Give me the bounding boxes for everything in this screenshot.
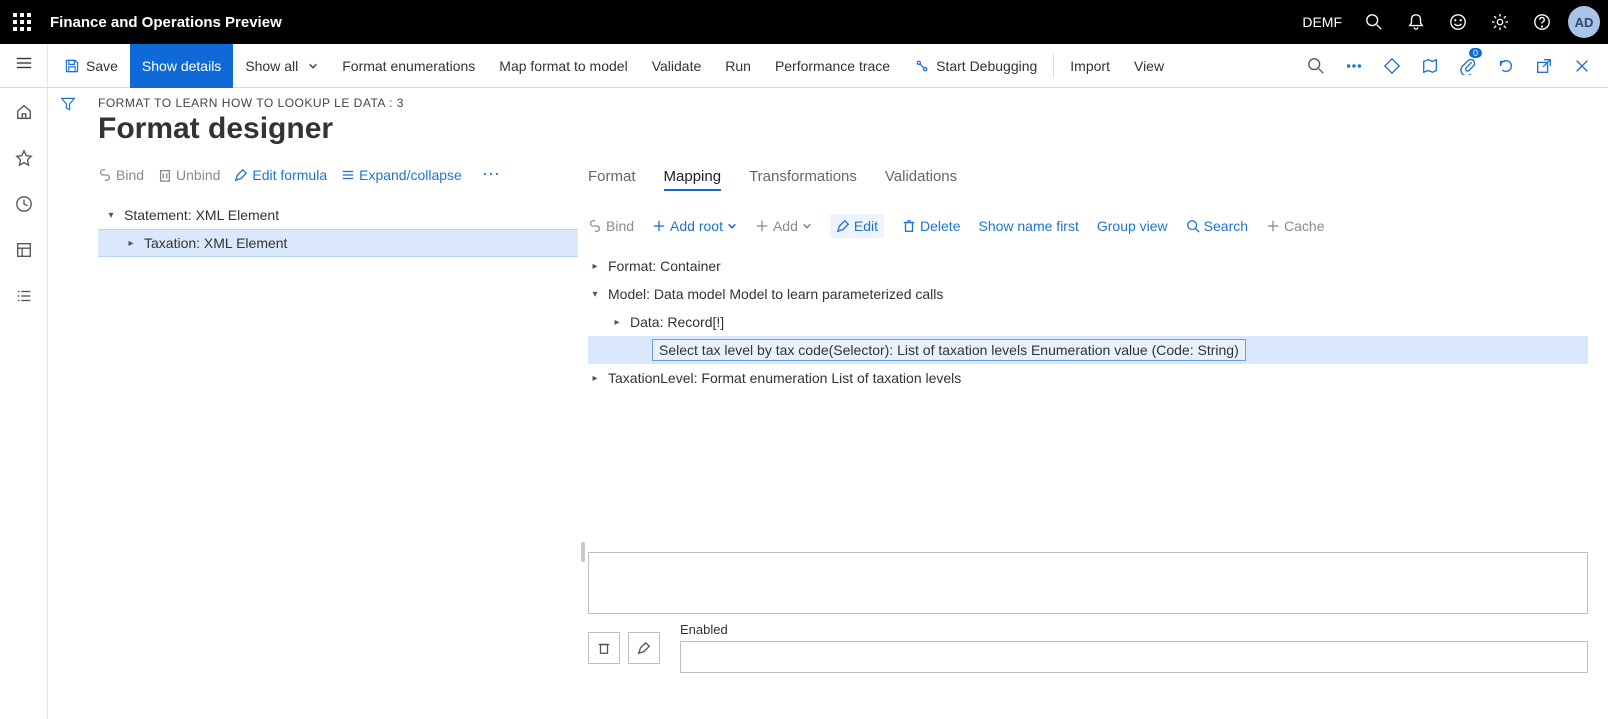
expand-collapse-button[interactable]: Expand/collapse (341, 167, 462, 183)
format-tree: ▾ Statement: XML Element ▸ Taxation: XML… (98, 201, 578, 257)
unbind-button[interactable]: Unbind (158, 167, 220, 183)
start-debugging-button[interactable]: Start Debugging (902, 44, 1049, 88)
collapse-icon[interactable]: ▾ (588, 289, 602, 300)
show-details-button[interactable]: Show details (130, 44, 233, 88)
tab-mapping[interactable]: Mapping (664, 164, 722, 191)
gear-icon[interactable] (1480, 0, 1520, 44)
bell-icon[interactable] (1396, 0, 1436, 44)
ds-node-data[interactable]: ▸ Data: Record[!] (588, 308, 1588, 336)
ds-node-model[interactable]: ▾ Model: Data model Model to learn param… (588, 280, 1588, 308)
left-toolbar-overflow-icon[interactable]: ⋯ (476, 164, 506, 185)
format-tree-panel: Bind Unbind Edit formula Expand/collapse (98, 164, 578, 719)
filter-icon[interactable] (60, 96, 76, 719)
delete-formula-button[interactable] (588, 632, 620, 664)
cache-button[interactable]: Cache (1266, 218, 1324, 234)
tree-node-taxation[interactable]: ▸ Taxation: XML Element (98, 229, 578, 257)
app-title: Finance and Operations Preview (44, 14, 282, 31)
help-icon[interactable] (1522, 0, 1562, 44)
import-button[interactable]: Import (1058, 44, 1122, 88)
formula-input[interactable] (588, 552, 1588, 614)
ds-node-taxation-level[interactable]: ▸ TaxationLevel: Format enumeration List… (588, 364, 1588, 392)
diamond-icon[interactable] (1376, 44, 1408, 88)
workspace-icon[interactable] (6, 232, 42, 268)
expand-icon[interactable]: ▸ (124, 238, 138, 249)
run-button[interactable]: Run (713, 44, 763, 88)
search-button[interactable]: Search (1186, 218, 1248, 234)
group-view-button[interactable]: Group view (1097, 218, 1168, 234)
edit-formula-icon-button[interactable] (628, 632, 660, 664)
save-button[interactable]: Save (52, 44, 130, 88)
bind-button[interactable]: Bind (98, 167, 144, 183)
breadcrumb: FORMAT TO LEARN HOW TO LOOKUP LE DATA : … (98, 96, 1588, 110)
mapping-bind-button[interactable]: Bind (588, 218, 634, 234)
command-bar: Save Show details Show all Format enumer… (0, 44, 1608, 88)
recent-icon[interactable] (6, 186, 42, 222)
refresh-icon[interactable] (1490, 44, 1522, 88)
show-all-button[interactable]: Show all (233, 44, 330, 88)
smiley-icon[interactable] (1438, 0, 1478, 44)
edit-formula-button[interactable]: Edit formula (234, 167, 327, 183)
chevron-down-icon (727, 218, 737, 234)
star-icon[interactable] (6, 140, 42, 176)
ds-node-selector[interactable]: ▸ Select tax level by tax code(Selector)… (588, 336, 1588, 364)
chevron-down-icon (308, 58, 318, 74)
hamburger-icon[interactable] (15, 54, 33, 77)
search-icon[interactable] (1354, 0, 1394, 44)
global-header: Finance and Operations Preview DEMF AD (0, 0, 1608, 44)
left-nav-rail (0, 88, 48, 719)
tab-format[interactable]: Format (588, 164, 636, 191)
attachments-icon[interactable]: 0 (1452, 44, 1484, 88)
expand-icon[interactable]: ▸ (610, 317, 624, 328)
show-name-first-button[interactable]: Show name first (978, 218, 1078, 234)
overflow-icon[interactable] (1338, 44, 1370, 88)
app-launcher-icon[interactable] (0, 0, 44, 44)
expand-icon[interactable]: ▸ (588, 261, 602, 272)
edit-button[interactable]: Edit (830, 214, 884, 238)
close-icon[interactable] (1566, 44, 1598, 88)
delete-button[interactable]: Delete (902, 218, 960, 234)
map-format-to-model-button[interactable]: Map format to model (487, 44, 639, 88)
chevron-down-icon (802, 218, 812, 234)
tab-validations[interactable]: Validations (885, 164, 957, 191)
company-code[interactable]: DEMF (1292, 14, 1352, 30)
enabled-label: Enabled (680, 622, 1588, 637)
map-icon[interactable] (1414, 44, 1446, 88)
datasource-tree: ▸ Format: Container ▾ Model: Data model … (588, 252, 1588, 392)
modules-icon[interactable] (6, 278, 42, 314)
validate-button[interactable]: Validate (640, 44, 714, 88)
enabled-input[interactable] (680, 641, 1588, 673)
avatar[interactable]: AD (1568, 6, 1600, 38)
format-enumerations-button[interactable]: Format enumerations (330, 44, 487, 88)
add-root-button[interactable]: Add root (652, 218, 737, 234)
filter-column (48, 88, 88, 719)
splitter[interactable] (578, 164, 588, 719)
popout-icon[interactable] (1528, 44, 1560, 88)
collapse-icon[interactable]: ▾ (104, 210, 118, 221)
performance-trace-button[interactable]: Performance trace (763, 44, 902, 88)
attachments-badge: 0 (1469, 48, 1482, 58)
tabs: Format Mapping Transformations Validatio… (588, 164, 1588, 198)
view-button[interactable]: View (1122, 44, 1176, 88)
save-label: Save (86, 58, 118, 74)
tab-transformations[interactable]: Transformations (749, 164, 857, 191)
mapping-panel: Format Mapping Transformations Validatio… (588, 164, 1588, 719)
expand-icon[interactable]: ▸ (588, 373, 602, 384)
separator (1053, 54, 1054, 78)
page-title: Format designer (98, 112, 1588, 146)
add-button[interactable]: Add (755, 218, 812, 234)
home-icon[interactable] (6, 94, 42, 130)
ds-node-format[interactable]: ▸ Format: Container (588, 252, 1588, 280)
command-search-icon[interactable] (1300, 44, 1332, 88)
tree-node-statement[interactable]: ▾ Statement: XML Element (98, 201, 578, 229)
